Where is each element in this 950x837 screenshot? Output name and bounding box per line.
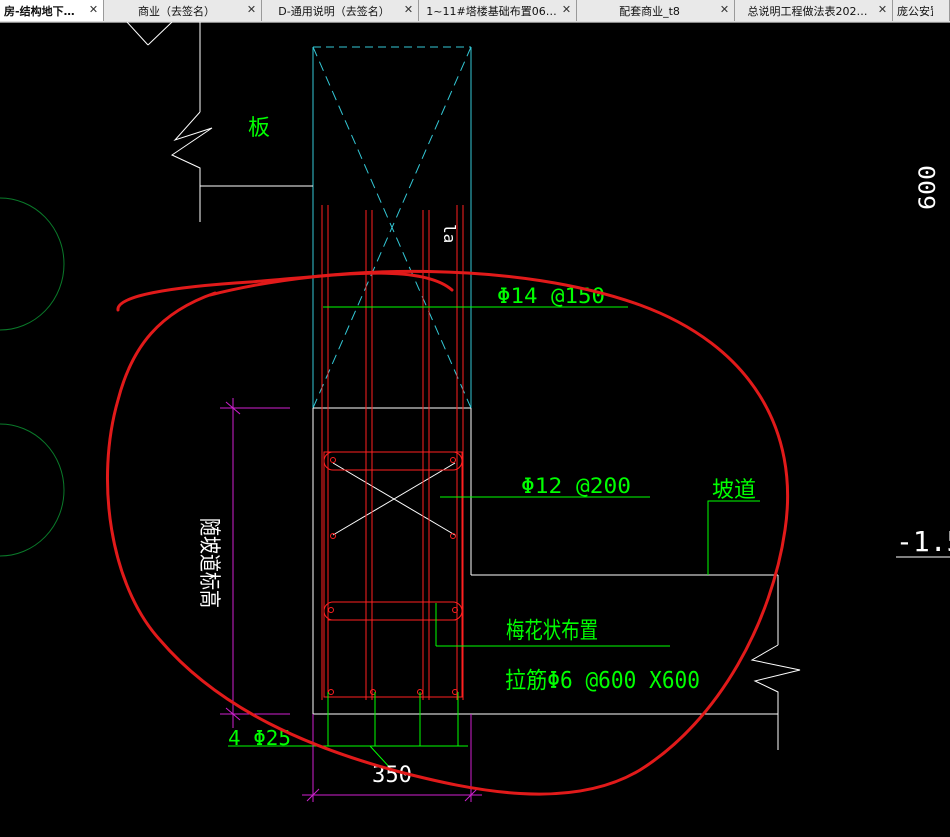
tie-bar-cross bbox=[332, 462, 456, 536]
elevation-text: -1.5 bbox=[896, 525, 950, 558]
tab-general-specification[interactable]: 总说明工程做法表202… ✕ bbox=[735, 0, 893, 21]
height-dimension-text: 随坡道标高 bbox=[196, 518, 221, 608]
reinforcement-bars bbox=[321, 205, 464, 700]
close-icon[interactable]: ✕ bbox=[402, 3, 415, 16]
close-icon[interactable]: ✕ bbox=[245, 3, 258, 16]
ramp-label: 坡道 bbox=[712, 478, 756, 503]
tab-commercial[interactable]: 商业（去签名） ✕ bbox=[104, 0, 262, 21]
neighbour-circles bbox=[0, 197, 65, 557]
tie-bars-label: 拉筋Φ6 @600 X600 bbox=[505, 668, 700, 694]
anchorage-length-label: la bbox=[440, 224, 459, 243]
close-icon[interactable]: ✕ bbox=[876, 3, 889, 16]
close-icon[interactable]: ✕ bbox=[560, 3, 573, 16]
tab-tower-foundation[interactable]: 1~11#塔楼基础布置06… ✕ bbox=[419, 0, 577, 21]
tab-general-notes[interactable]: D-通用说明（去签名） ✕ bbox=[262, 0, 419, 21]
tab-resettlement[interactable]: 庞公安置 bbox=[893, 0, 950, 21]
side-rebar-label: Φ12 @200 bbox=[521, 474, 631, 498]
tab-label: 房-结构地下… bbox=[4, 4, 75, 18]
close-icon[interactable]: ✕ bbox=[718, 3, 731, 16]
tab-structure-basement[interactable]: 房-结构地下… ✕ bbox=[0, 0, 104, 21]
tab-label: 配套商业_t8 bbox=[619, 4, 680, 18]
close-icon[interactable]: ✕ bbox=[87, 3, 100, 16]
tab-label: D-通用说明（去签名） bbox=[278, 4, 390, 18]
document-tab-bar: 房-结构地下… ✕ 商业（去签名） ✕ D-通用说明（去签名） ✕ 1~11#塔… bbox=[0, 0, 950, 23]
cad-drawing-canvas[interactable]: 板 la Φ14 @150 Φ12 @200 坡道 梅花状布置 拉筋Φ6 @60… bbox=[0, 22, 950, 837]
tab-label: 总说明工程做法表202… bbox=[747, 4, 868, 18]
leader-lines bbox=[228, 306, 760, 771]
plum-layout-label: 梅花状布置 bbox=[506, 618, 598, 644]
right-dimension-text: 600 bbox=[916, 165, 941, 210]
slab-label: 板 bbox=[248, 116, 270, 141]
tab-supporting-commercial[interactable]: 配套商业_t8 ✕ bbox=[577, 0, 735, 21]
top-rebar-label: Φ14 @150 bbox=[497, 284, 605, 308]
tab-label: 庞公安置 bbox=[897, 4, 933, 18]
tab-label: 1~11#塔楼基础布置06… bbox=[426, 4, 557, 18]
tab-label: 商业（去签名） bbox=[138, 4, 215, 18]
